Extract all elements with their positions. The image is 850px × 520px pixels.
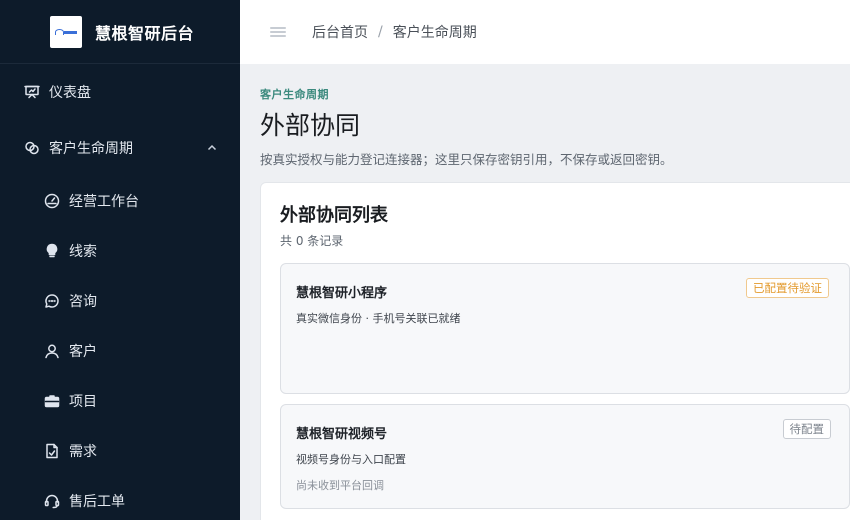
sidebar-item-label: 咨询	[69, 294, 97, 310]
page-description: 按真实授权与能力登记连接器；这里只保存密钥引用，不保存或返回密钥。	[260, 152, 673, 167]
sidebar-item-inquiries[interactable]: 咨询	[0, 276, 240, 326]
connector-description: 真实微信身份 · 手机号关联已就绪	[296, 312, 461, 325]
lifecycle-icon	[24, 140, 40, 156]
gauge-icon	[44, 193, 60, 209]
sidebar-item-dashboard[interactable]: 仪表盘	[0, 64, 240, 120]
sidebar-item-label: 售后工单	[69, 494, 125, 510]
status-badge: 待配置	[782, 419, 831, 439]
sidebar-item-requirements[interactable]: 需求	[0, 426, 240, 476]
briefcase-icon	[44, 393, 60, 409]
sidebar-item-customers[interactable]: 客户	[0, 326, 240, 376]
connector-description: 视频号身份与入口配置	[296, 453, 406, 466]
dashboard-icon	[24, 84, 40, 100]
list-title: 外部协同列表	[280, 205, 388, 226]
document-icon	[44, 443, 60, 459]
sidebar-item-label: 线索	[69, 244, 97, 260]
connector-card[interactable]: 慧根智研小程序 真实微信身份 · 手机号关联已就绪 已配置待验证	[280, 263, 850, 394]
sidebar-item-leads[interactable]: 线索	[0, 226, 240, 276]
page-title: 外部协同	[260, 111, 361, 140]
connector-list-card: 外部协同列表 共 0 条记录 慧根智研小程序 真实微信身份 · 手机号关联已就绪…	[260, 182, 850, 520]
breadcrumb: 后台首页 / 客户生命周期	[312, 22, 477, 42]
page-eyebrow: 客户生命周期	[260, 88, 329, 101]
sidebar-item-label: 客户	[69, 344, 97, 360]
main-content: 客户生命周期 外部协同 按真实授权与能力登记连接器；这里只保存密钥引用，不保存或…	[240, 64, 850, 520]
sidebar-nav: 仪表盘 客户生命周期 经营工作台 线索 咨询 客户 项目 需求 售后工单	[0, 64, 240, 520]
breadcrumb-item-home[interactable]: 后台首页	[312, 22, 368, 42]
lightbulb-icon	[44, 243, 60, 259]
brand[interactable]: 慧根智研后台	[0, 0, 240, 64]
connector-name: 慧根智研小程序	[296, 286, 388, 301]
chat-icon	[44, 293, 60, 309]
connector-card[interactable]: 慧根智研视频号 视频号身份与入口配置 尚未收到平台回调 待配置	[280, 404, 850, 509]
sidebar-item-label: 项目	[69, 394, 97, 410]
chevron-up-icon[interactable]	[206, 142, 218, 154]
sidebar-item-label: 客户生命周期	[49, 141, 133, 157]
sidebar-item-label: 经营工作台	[69, 194, 139, 210]
sidebar-item-business-workbench[interactable]: 经营工作台	[0, 176, 240, 226]
headset-icon	[44, 493, 60, 509]
user-icon	[44, 343, 60, 359]
sidebar: 慧根智研后台 仪表盘 客户生命周期 经营工作台 线索 咨询 客户 项目 需求 售…	[0, 0, 240, 520]
sidebar-item-customer-lifecycle[interactable]: 客户生命周期	[0, 120, 240, 176]
brand-title: 慧根智研后台	[95, 23, 195, 43]
brand-logo	[50, 15, 82, 48]
sidebar-item-after-sales-tickets[interactable]: 售后工单	[0, 476, 240, 520]
top-header: 后台首页 / 客户生命周期	[240, 0, 850, 64]
breadcrumb-item-current: 客户生命周期	[392, 25, 477, 41]
sidebar-item-label: 仪表盘	[49, 85, 91, 101]
breadcrumb-separator: /	[378, 24, 383, 40]
record-count: 共 0 条记录	[280, 234, 344, 248]
hamburger-icon[interactable]	[270, 25, 286, 39]
connector-name: 慧根智研视频号	[296, 427, 388, 442]
sidebar-item-label: 需求	[69, 444, 97, 460]
connector-note: 尚未收到平台回调	[296, 479, 384, 492]
status-badge: 已配置待验证	[746, 278, 829, 298]
sidebar-item-projects[interactable]: 项目	[0, 376, 240, 426]
